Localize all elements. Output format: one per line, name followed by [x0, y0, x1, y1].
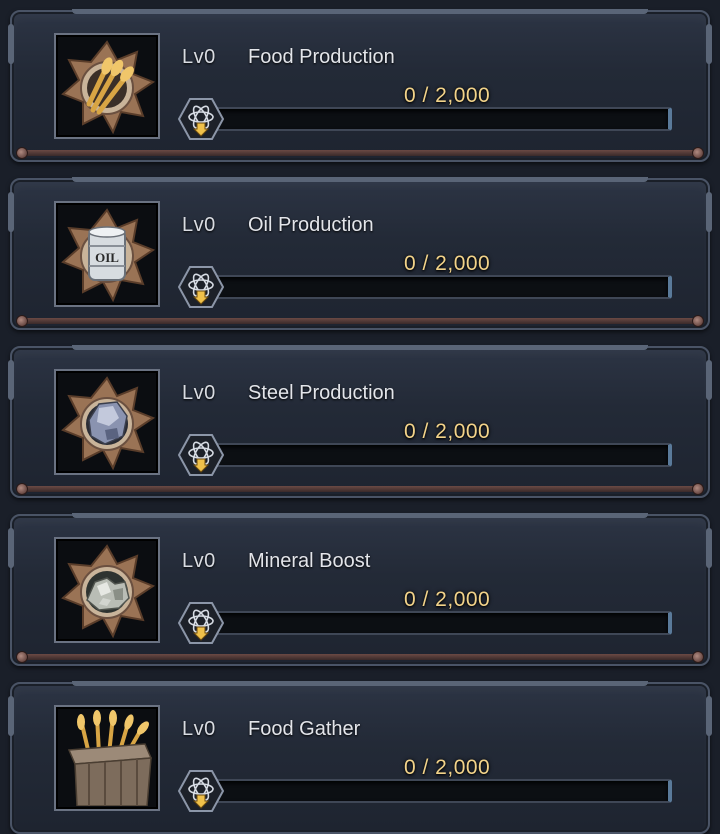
- research-icon-frame: [54, 369, 160, 475]
- research-name: Steel Production: [248, 382, 395, 404]
- research-icon-frame: [54, 33, 160, 139]
- research-progress-text: 0 / 2,000: [404, 84, 491, 107]
- svg-text:OIL: OIL: [95, 250, 119, 265]
- card-side-notch: [706, 24, 712, 64]
- research-card-food-gather[interactable]: Lv0 Food Gather 0 / 2,000: [8, 681, 712, 834]
- card-top-trim: [72, 345, 648, 350]
- rivet: [16, 315, 28, 327]
- research-progress-bar: [198, 779, 672, 803]
- rivet: [16, 147, 28, 159]
- mineral-medal-icon: [61, 544, 155, 638]
- research-name: Oil Production: [248, 214, 374, 236]
- atom-research-icon: [178, 266, 224, 308]
- steel-ore-medal-icon: [61, 376, 155, 470]
- research-level: Lv0: [182, 718, 216, 740]
- card-side-notch: [8, 24, 14, 64]
- research-icon-frame: OIL: [54, 201, 160, 307]
- research-progress-text: 0 / 2,000: [404, 756, 491, 779]
- research-list: Lv0 Food Production 0 / 2,000 OIL Lv0 Oi…: [0, 0, 720, 834]
- research-level: Lv0: [182, 382, 216, 404]
- card-bottom-rail: [20, 318, 700, 324]
- research-name: Food Gather: [248, 718, 361, 740]
- atom-research-icon: [178, 770, 224, 812]
- atom-research-icon: [178, 434, 224, 476]
- rivet: [692, 147, 704, 159]
- research-progress-text: 0 / 2,000: [404, 588, 491, 611]
- card-side-notch: [706, 192, 712, 232]
- research-progress-bar: [198, 611, 672, 635]
- research-card-oil-production[interactable]: OIL Lv0 Oil Production 0 / 2,000: [8, 177, 712, 330]
- card-top-trim: [72, 681, 648, 686]
- research-icon-frame: [54, 705, 160, 811]
- research-card-food-production[interactable]: Lv0 Food Production 0 / 2,000: [8, 9, 712, 162]
- research-name: Food Production: [248, 46, 395, 68]
- research-card-mineral-boost[interactable]: Lv0 Mineral Boost 0 / 2,000: [8, 513, 712, 666]
- card-top-trim: [72, 513, 648, 518]
- rivet: [692, 315, 704, 327]
- research-level: Lv0: [182, 550, 216, 572]
- card-bottom-rail: [20, 654, 700, 660]
- wheat-medal-icon: [61, 40, 155, 134]
- card-side-notch: [706, 696, 712, 736]
- rivet: [16, 483, 28, 495]
- research-progress-bar: [198, 275, 672, 299]
- research-progress-bar: [198, 107, 672, 131]
- card-side-notch: [8, 528, 14, 568]
- rivet: [16, 651, 28, 663]
- research-level: Lv0: [182, 46, 216, 68]
- card-side-notch: [706, 528, 712, 568]
- rivet: [692, 483, 704, 495]
- research-progress-text: 0 / 2,000: [404, 252, 491, 275]
- atom-research-icon: [178, 602, 224, 644]
- wheat-crate-icon: [67, 710, 153, 806]
- oil-barrel-medal-icon: OIL: [61, 208, 155, 302]
- research-icon-frame: [54, 537, 160, 643]
- card-side-notch: [706, 360, 712, 400]
- card-side-notch: [8, 192, 14, 232]
- research-card-steel-production[interactable]: Lv0 Steel Production 0 / 2,000: [8, 345, 712, 498]
- research-level: Lv0: [182, 214, 216, 236]
- card-top-trim: [72, 177, 648, 182]
- research-progress-bar: [198, 443, 672, 467]
- card-bottom-rail: [20, 486, 700, 492]
- card-side-notch: [8, 696, 14, 736]
- card-bottom-rail: [20, 150, 700, 156]
- card-top-trim: [72, 9, 648, 14]
- research-progress-text: 0 / 2,000: [404, 420, 491, 443]
- card-side-notch: [8, 360, 14, 400]
- rivet: [692, 651, 704, 663]
- research-name: Mineral Boost: [248, 550, 371, 572]
- atom-research-icon: [178, 98, 224, 140]
